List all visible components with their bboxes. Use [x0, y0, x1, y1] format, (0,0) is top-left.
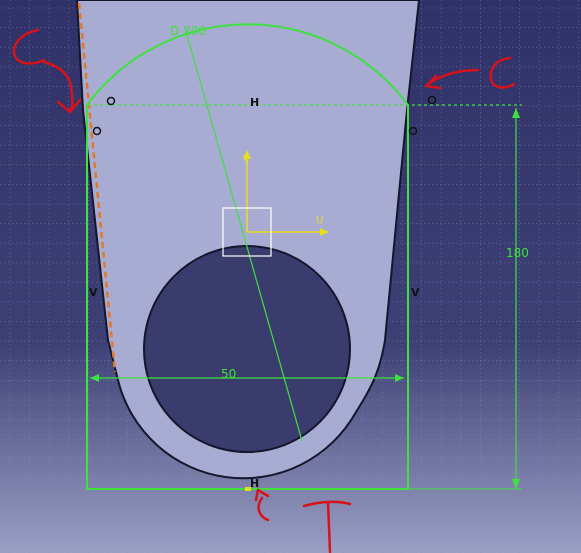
sketch-canvas[interactable]: D 200 50 180 H H V V V U C C T	[0, 0, 581, 553]
u-axis-label: U	[316, 215, 323, 226]
horizontal-constraint-bottom[interactable]: H	[250, 477, 259, 490]
horizontal-constraint-top[interactable]: H	[250, 96, 259, 109]
vertical-constraint-left[interactable]: V	[89, 286, 98, 299]
circular-hole[interactable]	[143, 245, 351, 453]
v-axis-label: V	[243, 154, 250, 165]
width-label[interactable]: 50	[221, 367, 236, 381]
diameter-label[interactable]: D 200	[170, 24, 206, 38]
height-label[interactable]: 180	[506, 246, 529, 260]
vertical-constraint-right[interactable]: V	[411, 286, 420, 299]
